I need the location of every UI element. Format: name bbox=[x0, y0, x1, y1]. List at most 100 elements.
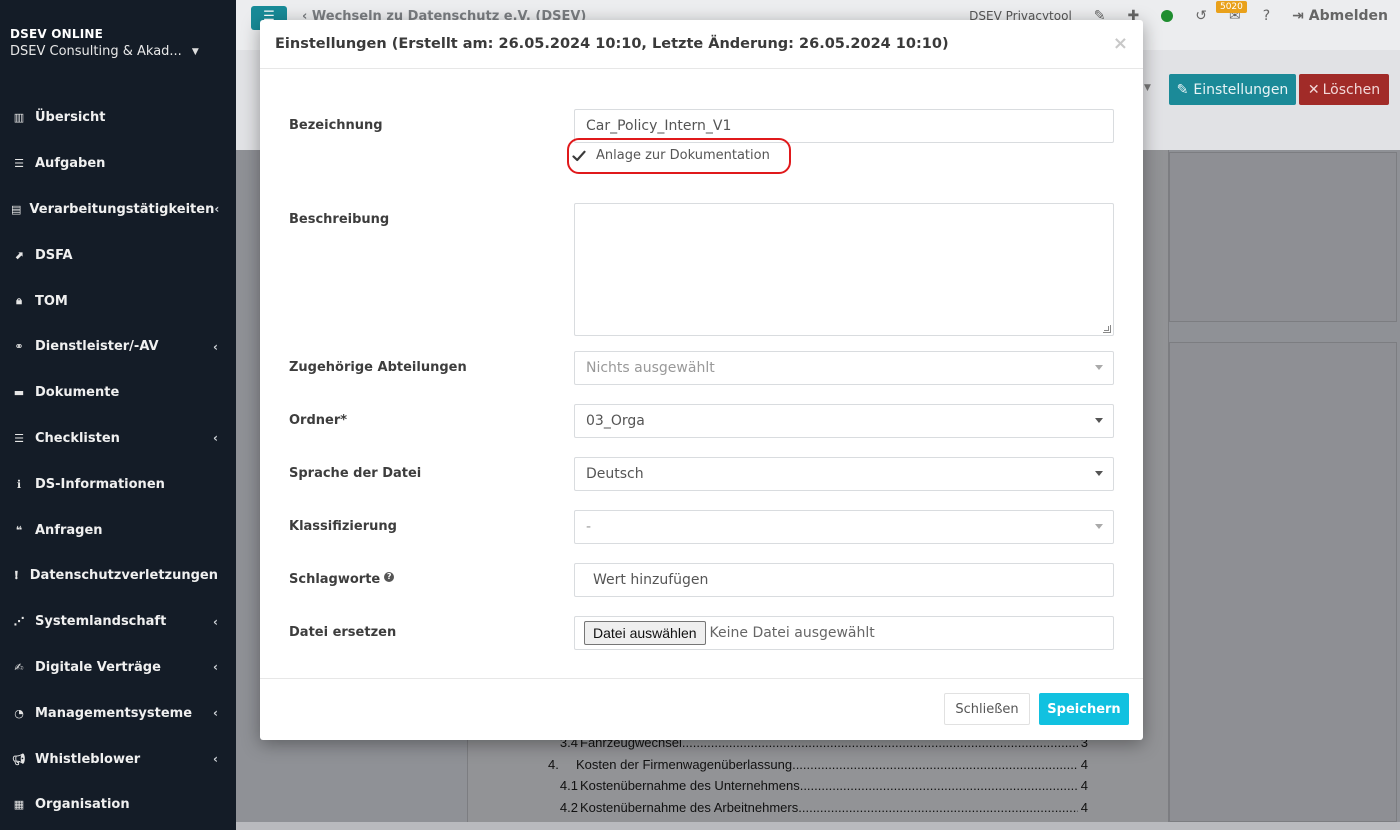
sidebar-item-label: Aufgaben bbox=[35, 156, 106, 172]
megaphone-icon: 📢︎ bbox=[12, 752, 26, 766]
sidebar-item-tom[interactable]: 🔒︎ TOM bbox=[0, 278, 236, 324]
schlagworte-input[interactable]: Wert hinzufügen bbox=[574, 563, 1114, 597]
toc-leader: ........................................… bbox=[798, 799, 1078, 815]
beschreibung-textarea[interactable] bbox=[574, 203, 1114, 336]
toc-page: 4 bbox=[1080, 778, 1088, 794]
modal-footer: Schließen Speichern bbox=[260, 678, 1143, 740]
settings-button[interactable]: ✎ Einstellungen bbox=[1169, 74, 1296, 105]
sidebar-item-organisation[interactable]: ▦ Organisation bbox=[0, 782, 236, 828]
choose-file-button[interactable]: Datei auswählen bbox=[584, 621, 706, 645]
modal-header: Einstellungen (Erstellt am: 26.05.2024 1… bbox=[260, 20, 1143, 69]
sidebar-item-anfragen[interactable]: ❝ Anfragen bbox=[0, 507, 236, 553]
building-icon: ▦ bbox=[13, 798, 25, 812]
delete-button[interactable]: ✕ Löschen bbox=[1299, 74, 1389, 105]
logout-link[interactable]: ⇥ Abmelden bbox=[1292, 8, 1388, 24]
save-button[interactable]: Speichern bbox=[1039, 693, 1129, 725]
sidebar-item-label: Systemlandschaft bbox=[35, 614, 167, 630]
sidebar-item-ds-informationen[interactable]: ℹ DS-Informationen bbox=[0, 461, 236, 507]
info-square-icon: ℹ bbox=[16, 477, 22, 491]
sidebar-item-whistleblower[interactable]: 📢︎ Whistleblower ‹ bbox=[0, 736, 236, 782]
resize-handle-icon[interactable] bbox=[1103, 325, 1111, 333]
sidebar-item-verarbeitungstätigkeiten[interactable]: ▤ Verarbeitungstätigkeiten ‹ bbox=[0, 187, 236, 233]
sidebar-item-dsfa[interactable]: ⬈ DSFA bbox=[0, 232, 236, 278]
close-icon: ✕ bbox=[1307, 81, 1320, 98]
side-panel bbox=[1169, 152, 1397, 322]
history-icon[interactable]: ↺ bbox=[1195, 8, 1207, 24]
sidebar-item-label: DS-Informationen bbox=[35, 476, 165, 492]
anlage-checkbox[interactable] bbox=[572, 149, 586, 163]
caret-down-icon bbox=[1095, 524, 1103, 529]
chevron-left-icon: ‹ bbox=[213, 660, 218, 675]
sidebar-item-label: Übersicht bbox=[35, 110, 106, 126]
toc-line: 4. Kosten der Firmenwagenüberlassung.....… bbox=[548, 754, 1088, 776]
sidebar-item-checklisten[interactable]: ☰ Checklisten ‹ bbox=[0, 416, 236, 462]
klassifizierung-select[interactable]: - bbox=[574, 510, 1114, 544]
abteilungen-select[interactable]: Nichts ausgewählt bbox=[574, 351, 1114, 385]
sidebar-item-übersicht[interactable]: ▥ Übersicht bbox=[0, 95, 236, 141]
schlagworte-placeholder: Wert hinzufügen bbox=[593, 572, 709, 588]
tasks-icon: ☰ bbox=[14, 157, 24, 171]
company-name: DSEV Consulting & Akad... bbox=[10, 44, 182, 59]
toc-page: 4 bbox=[1080, 799, 1088, 815]
settings-button-label: Einstellungen bbox=[1193, 81, 1289, 98]
anlage-checkbox-row[interactable]: Anlage zur Dokumentation bbox=[572, 148, 770, 163]
sidebar: DSEV ONLINE DSEV Consulting & Akad... ▼ … bbox=[0, 0, 236, 830]
sidebar-item-label: Managementsysteme bbox=[35, 705, 193, 721]
datei-label: Datei ersetzen bbox=[289, 625, 397, 640]
sidebar-item-aufgaben[interactable]: ☰ Aufgaben bbox=[0, 141, 236, 187]
handshake-icon: ⚭ bbox=[14, 340, 24, 354]
ordner-value: 03_Orga bbox=[586, 413, 645, 429]
toc-text: Kostenübernahme des Unternehmens bbox=[580, 778, 800, 794]
help-icon[interactable]: ? bbox=[1263, 8, 1270, 24]
sidebar-item-label: Datenschutzverletzungen bbox=[29, 568, 218, 584]
modal-body: Bezeichnung Car_Policy_Intern_V1 Anlage … bbox=[260, 69, 1143, 678]
sidebar-item-dokumente[interactable]: ▬ Dokumente bbox=[0, 370, 236, 416]
sidebar-item-label: DSFA bbox=[35, 247, 73, 263]
chevron-left-icon: ‹ bbox=[213, 752, 218, 767]
abteilungen-value: Nichts ausgewählt bbox=[586, 360, 715, 376]
schlagworte-label: Schlagworte bbox=[289, 572, 381, 587]
sidebar-item-managementsysteme[interactable]: ◔ Managementsysteme ‹ bbox=[0, 690, 236, 736]
toc-text: Kostenübernahme des Arbeitnehmers bbox=[580, 799, 799, 815]
caret-down-icon bbox=[1095, 365, 1103, 370]
modal-title: Einstellungen (Erstellt am: 26.05.2024 1… bbox=[275, 36, 949, 52]
comments-icon: ❝ bbox=[15, 523, 23, 537]
mail-badge: 5020 bbox=[1215, 1, 1247, 13]
list-icon: ☰ bbox=[14, 431, 24, 445]
sprache-select[interactable]: Deutsch bbox=[574, 457, 1114, 491]
sidebar-item-datenschutzverletzungen[interactable]: ❗︎ Datenschutzverletzungen bbox=[0, 553, 236, 599]
question-circle-icon[interactable]: ? bbox=[384, 572, 395, 582]
mail-icon[interactable]: ✉ 5020 bbox=[1215, 1, 1247, 24]
file-status: Keine Datei ausgewählt bbox=[709, 625, 875, 641]
toc-leader: ........................................… bbox=[799, 778, 1078, 794]
chevron-left-icon: ‹ bbox=[214, 202, 220, 217]
close-button[interactable]: Schließen bbox=[944, 693, 1030, 725]
close-icon[interactable]: × bbox=[1113, 33, 1128, 54]
caret-down-icon bbox=[1095, 418, 1103, 423]
schlagworte-label-row: Schlagworte? bbox=[289, 572, 395, 587]
chevron-left-icon: ‹ bbox=[213, 339, 218, 354]
sprache-label: Sprache der Datei bbox=[289, 466, 422, 481]
ordner-select[interactable]: 03_Orga bbox=[574, 404, 1114, 438]
side-panel bbox=[1169, 342, 1397, 822]
sidebar-item-label: Whistleblower bbox=[35, 751, 141, 767]
ordner-label: Ordner* bbox=[289, 413, 348, 428]
sidebar-item-label: Dienstleister/-AV bbox=[35, 339, 159, 355]
brand: DSEV ONLINE DSEV Consulting & Akad... ▼ bbox=[10, 27, 230, 59]
toc-page: 4 bbox=[1080, 756, 1088, 772]
gauge-icon: ◔ bbox=[14, 706, 24, 720]
chart-line-icon: ⬈ bbox=[14, 248, 24, 262]
sidebar-item-dienstleister-av[interactable]: ⚭ Dienstleister/-AV ‹ bbox=[0, 324, 236, 370]
sprache-value: Deutsch bbox=[586, 466, 644, 482]
datei-input[interactable]: Datei auswählen Keine Datei ausgewählt bbox=[574, 616, 1114, 650]
caret-down-icon: ▼ bbox=[191, 46, 199, 57]
lock-icon: 🔒︎ bbox=[16, 294, 22, 308]
sidebar-item-digitale-verträge[interactable]: ✍ Digitale Verträge ‹ bbox=[0, 645, 236, 691]
chart-bar-icon: ▥ bbox=[13, 111, 25, 125]
caret-down-icon bbox=[1095, 471, 1103, 476]
company-switcher[interactable]: DSEV Consulting & Akad... ▼ bbox=[10, 44, 230, 59]
sidebar-item-label: TOM bbox=[35, 293, 68, 309]
edit-icon: ✎ bbox=[1176, 81, 1189, 98]
sidebar-item-systemlandschaft[interactable]: ⋰ Systemlandschaft ‹ bbox=[0, 599, 236, 645]
chevron-left-icon: ‹ bbox=[213, 614, 218, 629]
